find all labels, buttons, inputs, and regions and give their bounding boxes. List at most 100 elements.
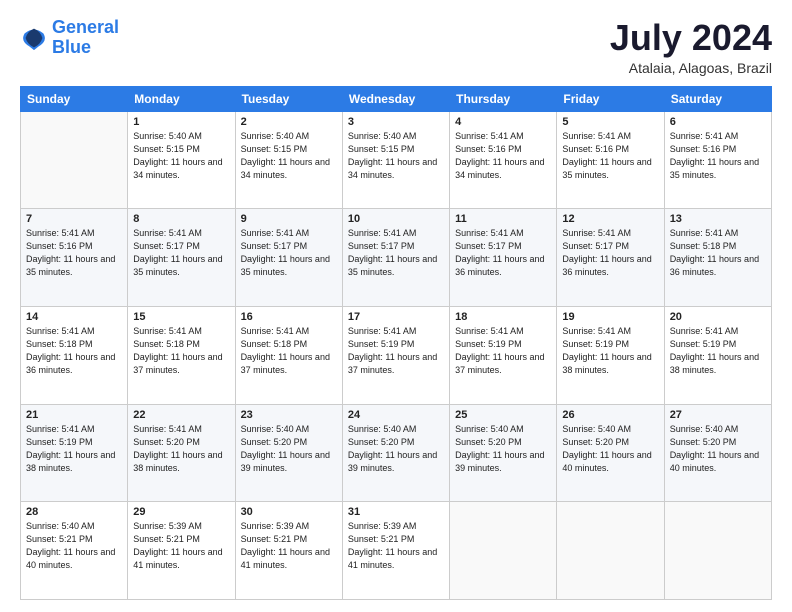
sunset-text: Sunset: 5:17 PM xyxy=(133,240,229,253)
day-number: 25 xyxy=(455,409,551,421)
daylight-text: Daylight: 11 hours and 39 minutes. xyxy=(455,449,551,475)
sunset-text: Sunset: 5:19 PM xyxy=(455,338,551,351)
day-number: 10 xyxy=(348,213,444,225)
sunset-text: Sunset: 5:17 PM xyxy=(455,240,551,253)
daylight-text: Daylight: 11 hours and 38 minutes. xyxy=(562,351,658,377)
calendar-cell: 23 Sunrise: 5:40 AM Sunset: 5:20 PM Dayl… xyxy=(235,404,342,502)
day-number: 20 xyxy=(670,311,766,323)
sunrise-text: Sunrise: 5:41 AM xyxy=(26,325,122,338)
sunrise-text: Sunrise: 5:40 AM xyxy=(241,423,337,436)
daylight-text: Daylight: 11 hours and 35 minutes. xyxy=(562,156,658,182)
day-info: Sunrise: 5:41 AM Sunset: 5:18 PM Dayligh… xyxy=(26,325,122,377)
day-info: Sunrise: 5:41 AM Sunset: 5:17 PM Dayligh… xyxy=(133,227,229,279)
day-number: 23 xyxy=(241,409,337,421)
daylight-text: Daylight: 11 hours and 36 minutes. xyxy=(455,253,551,279)
month-title: July 2024 xyxy=(610,18,772,58)
day-info: Sunrise: 5:40 AM Sunset: 5:21 PM Dayligh… xyxy=(26,520,122,572)
sunset-text: Sunset: 5:17 PM xyxy=(348,240,444,253)
day-number: 21 xyxy=(26,409,122,421)
daylight-text: Daylight: 11 hours and 35 minutes. xyxy=(348,253,444,279)
calendar-cell xyxy=(557,502,664,600)
sunrise-text: Sunrise: 5:39 AM xyxy=(241,520,337,533)
daylight-text: Daylight: 11 hours and 36 minutes. xyxy=(670,253,766,279)
day-info: Sunrise: 5:41 AM Sunset: 5:16 PM Dayligh… xyxy=(670,130,766,182)
sunrise-text: Sunrise: 5:40 AM xyxy=(133,130,229,143)
calendar-cell: 26 Sunrise: 5:40 AM Sunset: 5:20 PM Dayl… xyxy=(557,404,664,502)
calendar-cell: 15 Sunrise: 5:41 AM Sunset: 5:18 PM Dayl… xyxy=(128,306,235,404)
sunset-text: Sunset: 5:20 PM xyxy=(241,436,337,449)
day-info: Sunrise: 5:39 AM Sunset: 5:21 PM Dayligh… xyxy=(241,520,337,572)
day-number: 18 xyxy=(455,311,551,323)
calendar-cell: 20 Sunrise: 5:41 AM Sunset: 5:19 PM Dayl… xyxy=(664,306,771,404)
calendar-week-row: 14 Sunrise: 5:41 AM Sunset: 5:18 PM Dayl… xyxy=(21,306,772,404)
logo-text: General Blue xyxy=(52,18,119,58)
calendar-cell: 1 Sunrise: 5:40 AM Sunset: 5:15 PM Dayli… xyxy=(128,111,235,209)
day-number: 28 xyxy=(26,506,122,518)
day-number: 16 xyxy=(241,311,337,323)
daylight-text: Daylight: 11 hours and 35 minutes. xyxy=(133,253,229,279)
day-info: Sunrise: 5:41 AM Sunset: 5:20 PM Dayligh… xyxy=(133,423,229,475)
header: General Blue July 2024 Atalaia, Alagoas,… xyxy=(20,18,772,76)
sunset-text: Sunset: 5:21 PM xyxy=(133,533,229,546)
day-info: Sunrise: 5:41 AM Sunset: 5:19 PM Dayligh… xyxy=(562,325,658,377)
day-number: 17 xyxy=(348,311,444,323)
daylight-text: Daylight: 11 hours and 38 minutes. xyxy=(670,351,766,377)
daylight-text: Daylight: 11 hours and 35 minutes. xyxy=(26,253,122,279)
calendar-cell: 30 Sunrise: 5:39 AM Sunset: 5:21 PM Dayl… xyxy=(235,502,342,600)
day-number: 24 xyxy=(348,409,444,421)
day-number: 4 xyxy=(455,116,551,128)
day-number: 26 xyxy=(562,409,658,421)
sunrise-text: Sunrise: 5:41 AM xyxy=(562,325,658,338)
calendar-cell: 4 Sunrise: 5:41 AM Sunset: 5:16 PM Dayli… xyxy=(450,111,557,209)
sunset-text: Sunset: 5:16 PM xyxy=(670,143,766,156)
daylight-text: Daylight: 11 hours and 38 minutes. xyxy=(26,449,122,475)
sunrise-text: Sunrise: 5:41 AM xyxy=(455,227,551,240)
day-header-monday: Monday xyxy=(128,86,235,111)
calendar-cell xyxy=(21,111,128,209)
sunset-text: Sunset: 5:16 PM xyxy=(562,143,658,156)
daylight-text: Daylight: 11 hours and 40 minutes. xyxy=(562,449,658,475)
calendar-cell: 31 Sunrise: 5:39 AM Sunset: 5:21 PM Dayl… xyxy=(342,502,449,600)
day-number: 8 xyxy=(133,213,229,225)
calendar-cell: 27 Sunrise: 5:40 AM Sunset: 5:20 PM Dayl… xyxy=(664,404,771,502)
sunset-text: Sunset: 5:19 PM xyxy=(670,338,766,351)
sunset-text: Sunset: 5:18 PM xyxy=(241,338,337,351)
day-header-saturday: Saturday xyxy=(664,86,771,111)
calendar-cell: 18 Sunrise: 5:41 AM Sunset: 5:19 PM Dayl… xyxy=(450,306,557,404)
day-info: Sunrise: 5:40 AM Sunset: 5:20 PM Dayligh… xyxy=(348,423,444,475)
calendar-week-row: 28 Sunrise: 5:40 AM Sunset: 5:21 PM Dayl… xyxy=(21,502,772,600)
day-number: 12 xyxy=(562,213,658,225)
calendar-cell: 21 Sunrise: 5:41 AM Sunset: 5:19 PM Dayl… xyxy=(21,404,128,502)
logo-line1: General xyxy=(52,17,119,37)
page: General Blue July 2024 Atalaia, Alagoas,… xyxy=(0,0,792,612)
logo: General Blue xyxy=(20,18,119,58)
sunset-text: Sunset: 5:19 PM xyxy=(348,338,444,351)
sunset-text: Sunset: 5:15 PM xyxy=(133,143,229,156)
calendar-cell xyxy=(664,502,771,600)
sunrise-text: Sunrise: 5:41 AM xyxy=(670,227,766,240)
calendar-header-row: SundayMondayTuesdayWednesdayThursdayFrid… xyxy=(21,86,772,111)
day-header-tuesday: Tuesday xyxy=(235,86,342,111)
daylight-text: Daylight: 11 hours and 34 minutes. xyxy=(133,156,229,182)
day-number: 31 xyxy=(348,506,444,518)
sunset-text: Sunset: 5:15 PM xyxy=(241,143,337,156)
sunrise-text: Sunrise: 5:41 AM xyxy=(133,227,229,240)
day-number: 9 xyxy=(241,213,337,225)
sunrise-text: Sunrise: 5:41 AM xyxy=(562,227,658,240)
sunrise-text: Sunrise: 5:41 AM xyxy=(670,130,766,143)
calendar-cell: 2 Sunrise: 5:40 AM Sunset: 5:15 PM Dayli… xyxy=(235,111,342,209)
sunrise-text: Sunrise: 5:41 AM xyxy=(670,325,766,338)
calendar-cell: 3 Sunrise: 5:40 AM Sunset: 5:15 PM Dayli… xyxy=(342,111,449,209)
calendar-cell: 7 Sunrise: 5:41 AM Sunset: 5:16 PM Dayli… xyxy=(21,209,128,307)
day-info: Sunrise: 5:41 AM Sunset: 5:16 PM Dayligh… xyxy=(562,130,658,182)
sunset-text: Sunset: 5:16 PM xyxy=(455,143,551,156)
calendar-cell: 22 Sunrise: 5:41 AM Sunset: 5:20 PM Dayl… xyxy=(128,404,235,502)
daylight-text: Daylight: 11 hours and 37 minutes. xyxy=(241,351,337,377)
day-number: 5 xyxy=(562,116,658,128)
sunset-text: Sunset: 5:19 PM xyxy=(26,436,122,449)
sunrise-text: Sunrise: 5:41 AM xyxy=(241,325,337,338)
sunrise-text: Sunrise: 5:39 AM xyxy=(133,520,229,533)
subtitle: Atalaia, Alagoas, Brazil xyxy=(610,60,772,76)
sunset-text: Sunset: 5:18 PM xyxy=(133,338,229,351)
calendar-cell: 25 Sunrise: 5:40 AM Sunset: 5:20 PM Dayl… xyxy=(450,404,557,502)
